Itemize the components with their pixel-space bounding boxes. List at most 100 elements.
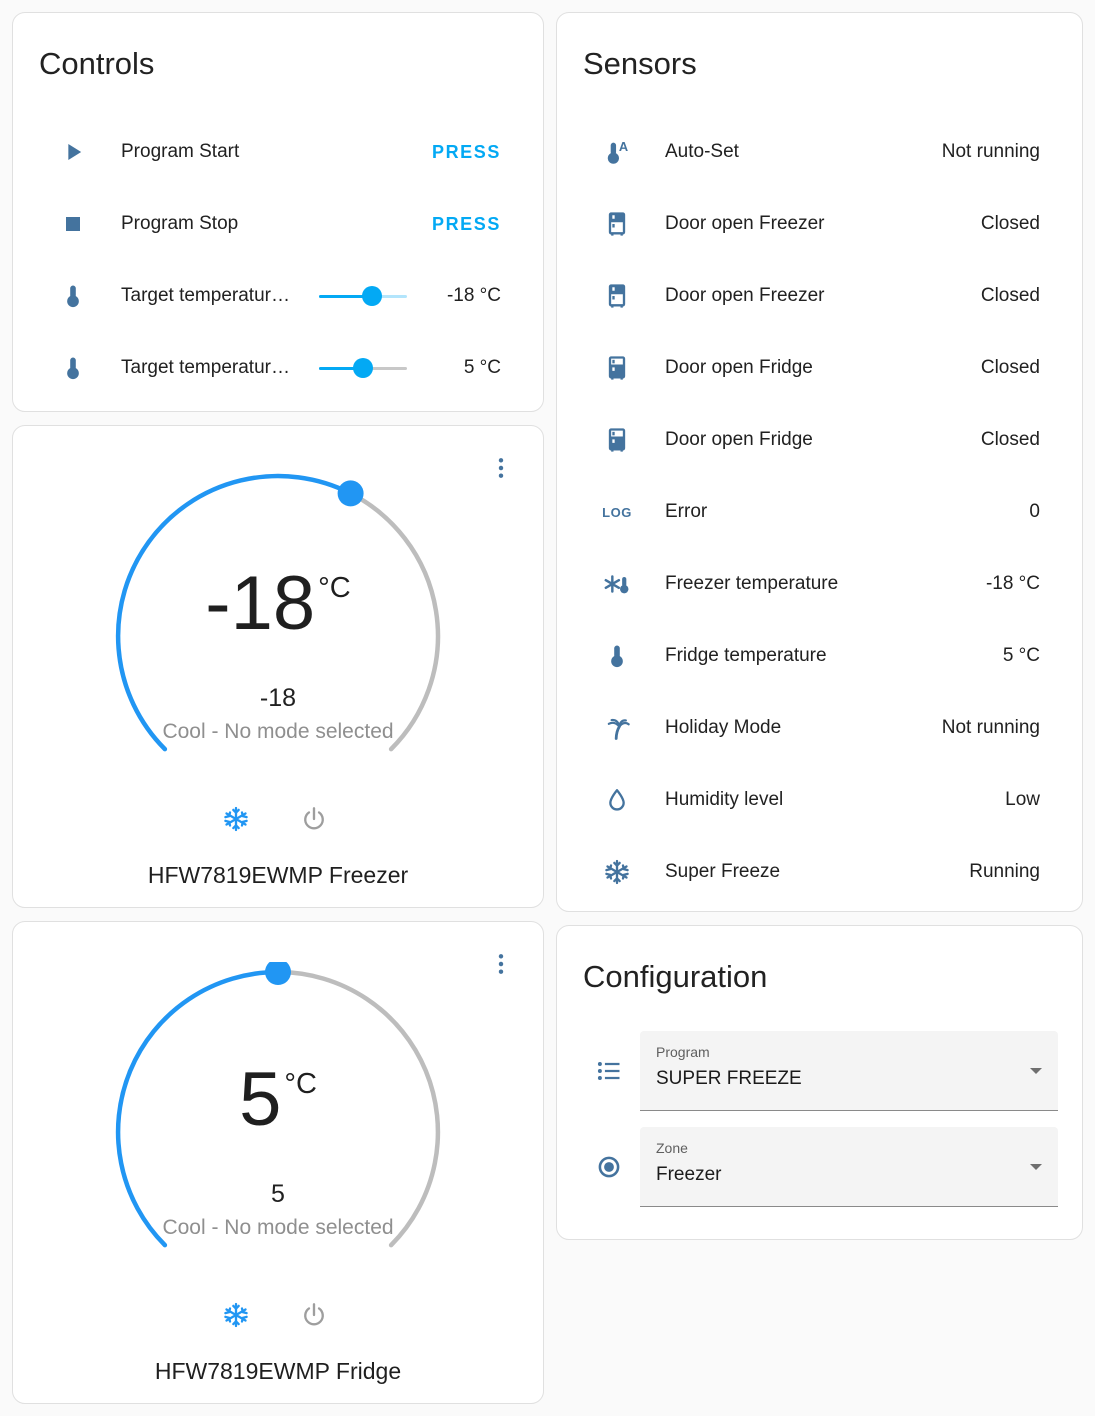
card-title-sensors: Sensors — [583, 46, 697, 81]
right-column: Sensors A Auto-Set Not running Door open… — [556, 12, 1083, 1404]
sensor-value: 0 — [1029, 501, 1040, 523]
water-drop-icon — [603, 786, 631, 814]
zone-select[interactable]: Zone Freezer — [640, 1127, 1058, 1208]
dial-fill — [115, 473, 353, 752]
dial-fill — [115, 969, 281, 1248]
cool-mode-button[interactable] — [222, 802, 256, 836]
select-value: SUPER FREEZE — [656, 1067, 802, 1089]
dots-vertical-icon — [487, 949, 515, 979]
sensor-label: Super Freeze — [665, 861, 781, 883]
format-list-icon — [595, 1057, 623, 1085]
card-title-configuration: Configuration — [583, 959, 768, 994]
dropdown-arrow-icon — [1030, 1068, 1042, 1075]
sensor-label: Door open Fridge — [665, 357, 813, 379]
dial-slider[interactable] — [108, 466, 448, 786]
thermostat-name: HFW7819EWMP Freezer — [147, 862, 409, 888]
fridge-bottom-icon — [603, 426, 631, 454]
dropdown-arrow-icon — [1030, 1164, 1042, 1171]
snowflake-icon — [222, 802, 250, 836]
hvac-mode-buttons — [13, 1298, 543, 1332]
sensor-value: Closed — [980, 357, 1040, 379]
select-label: Program — [656, 1044, 710, 1061]
temperature-slider[interactable] — [319, 286, 407, 307]
select-label: Zone — [656, 1140, 688, 1157]
thermostat-dial: -18 °C -18 Cool - No mode selected — [108, 466, 448, 786]
control-row-program-stop: Program Stop PRESS — [13, 188, 543, 260]
sensor-label: Fridge temperature — [665, 645, 827, 667]
sensor-value: Running — [969, 861, 1040, 883]
row-label: Target temperatur… — [121, 357, 290, 379]
snowflake-icon — [603, 858, 631, 886]
row-label: Program Start — [121, 141, 240, 163]
more-menu-button[interactable] — [487, 450, 523, 486]
controls-card: Controls Program Start PRESS Program Sto… — [12, 12, 544, 412]
sensor-value: Low — [1005, 789, 1040, 811]
sensor-label: Door open Freezer — [665, 213, 825, 235]
zone-field: Zone Freezer — [557, 1127, 1082, 1208]
power-off-button[interactable] — [300, 802, 334, 836]
sensor-row-fridge-temperature[interactable]: Fridge temperature 5 °C — [557, 620, 1082, 692]
sensor-label: Door open Fridge — [665, 429, 813, 451]
sensor-label: Auto-Set — [665, 141, 739, 163]
control-row-target-temp-freezer: Target temperatur… -18 °C — [13, 260, 543, 332]
sensor-row-humidity-level[interactable]: Humidity level Low — [557, 764, 1082, 836]
sensor-row-error[interactable]: LOG Error 0 — [557, 476, 1082, 548]
power-icon — [300, 1298, 328, 1332]
sensor-label: Holiday Mode — [665, 717, 782, 739]
stop-icon — [59, 210, 87, 238]
fridge-top-icon — [603, 282, 631, 310]
snowflake-icon — [222, 1298, 250, 1332]
dial-track — [348, 491, 441, 752]
sensor-value: Not running — [941, 141, 1040, 163]
svg-text:A: A — [619, 139, 628, 154]
program-select[interactable]: Program SUPER FREEZE — [640, 1031, 1058, 1112]
configuration-card: Configuration Program SUPER FREEZE Zone … — [556, 925, 1083, 1240]
sensor-row-door-open-fridge-2[interactable]: Door open Fridge Closed — [557, 404, 1082, 476]
sensor-row-super-freeze[interactable]: Super Freeze Running — [557, 836, 1082, 908]
configuration-fields: Program SUPER FREEZE Zone Freezer — [557, 1031, 1082, 1208]
sensor-row-door-open-fridge-1[interactable]: Door open Fridge Closed — [557, 332, 1082, 404]
press-button[interactable]: PRESS — [432, 142, 501, 163]
thermostat-card-freezer: -18 °C -18 Cool - No mode selected HFW781… — [12, 425, 544, 908]
play-icon — [59, 138, 87, 166]
thermometer-icon — [59, 354, 87, 382]
sensor-row-door-open-freezer-2[interactable]: Door open Freezer Closed — [557, 260, 1082, 332]
slider-thumb[interactable] — [353, 358, 373, 379]
controls-rows: Program Start PRESS Program Stop PRESS T… — [13, 116, 543, 404]
row-label: Program Stop — [121, 213, 239, 235]
power-off-button[interactable] — [300, 1298, 334, 1332]
thermostat-name: HFW7819EWMP Fridge — [154, 1358, 402, 1384]
temperature-slider[interactable] — [319, 358, 407, 379]
dots-vertical-icon — [487, 453, 515, 483]
cool-mode-button[interactable] — [222, 1298, 256, 1332]
sensors-card: Sensors A Auto-Set Not running Door open… — [556, 12, 1083, 912]
power-icon — [300, 802, 328, 836]
sensor-row-auto-set[interactable]: A Auto-Set Not running — [557, 116, 1082, 188]
sensor-value: -18 °C — [985, 573, 1040, 595]
log-icon: LOG — [602, 504, 632, 520]
press-button[interactable]: PRESS — [432, 214, 501, 235]
thermostat-dial: 5 °C 5 Cool - No mode selected — [108, 962, 448, 1282]
sensor-rows: A Auto-Set Not running Door open Freezer… — [557, 116, 1082, 908]
thermometer-icon — [59, 282, 87, 310]
sensor-row-freezer-temperature[interactable]: Freezer temperature -18 °C — [557, 548, 1082, 620]
more-menu-button[interactable] — [487, 946, 523, 982]
slider-thumb[interactable] — [361, 286, 382, 307]
hvac-mode-buttons — [13, 802, 543, 836]
snowflake-thermometer-icon — [603, 570, 631, 598]
sensor-label: Door open Freezer — [665, 285, 825, 307]
row-value: -18 °C — [446, 285, 501, 307]
fridge-top-icon — [603, 210, 631, 238]
program-field: Program SUPER FREEZE — [557, 1031, 1082, 1112]
thermometer-icon — [603, 642, 631, 670]
sensor-label: Freezer temperature — [665, 573, 839, 595]
card-title-controls: Controls — [39, 46, 155, 81]
sensor-label: Humidity level — [665, 789, 784, 811]
dial-slider[interactable] — [108, 962, 448, 1282]
left-column: Controls Program Start PRESS Program Sto… — [12, 12, 544, 1404]
fridge-bottom-icon — [603, 354, 631, 382]
sensor-row-holiday-mode[interactable]: Holiday Mode Not running — [557, 692, 1082, 764]
sensor-value: Closed — [980, 213, 1040, 235]
row-label: Target temperatur… — [121, 285, 290, 307]
sensor-row-door-open-freezer-1[interactable]: Door open Freezer Closed — [557, 188, 1082, 260]
